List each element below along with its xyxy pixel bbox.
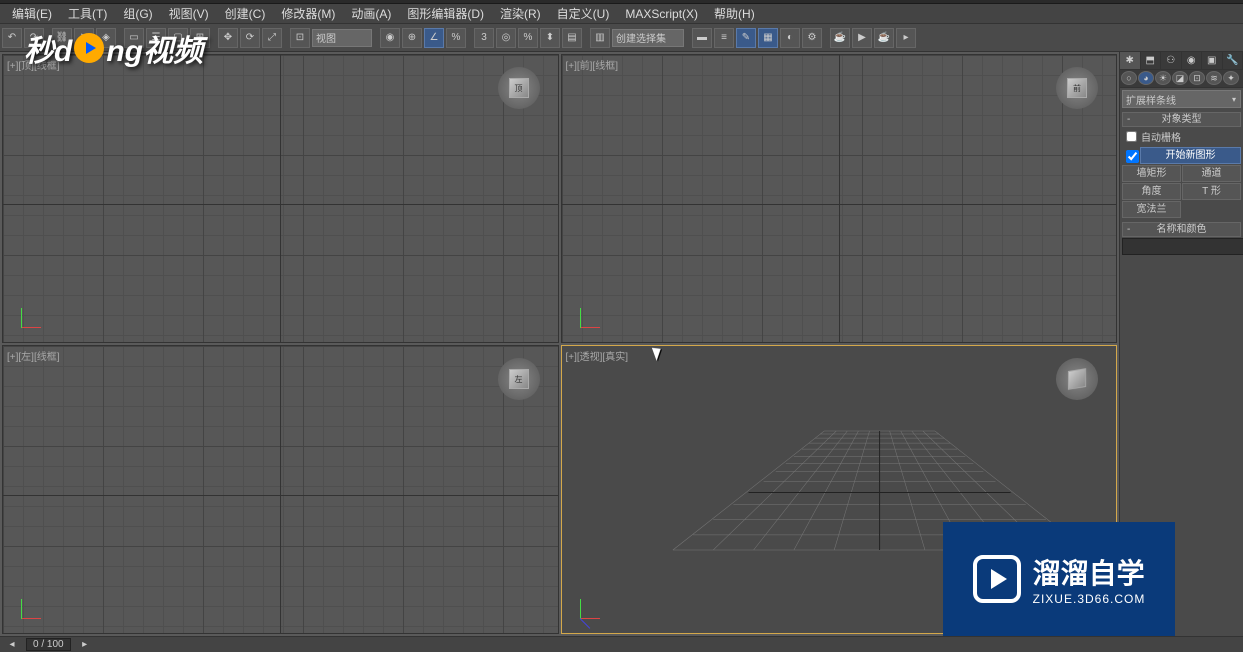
mouse-cursor [654,346,666,362]
axis-gizmo-persp [580,591,608,619]
move-button[interactable]: ✥ [218,28,238,48]
name-color-header[interactable]: 名称和颜色 [1122,222,1241,237]
auto-grid-row: 自动栅格 [1122,127,1241,146]
tab-motion[interactable]: ◉ [1182,52,1203,69]
edit-named-button[interactable]: ▤ [562,28,582,48]
create-subtabs: ○ ◕ ☀ ◪ ⊡ ≋ ✦ [1120,70,1243,88]
layers-button[interactable]: ≡ [714,28,734,48]
object-type-section: 对象类型 自动栅格 开始新图形 墙矩形 通道 角度 T 形 宽法兰 [1122,112,1241,218]
curve-editor-button[interactable]: ✎ [736,28,756,48]
teapot-button[interactable]: ☕ [874,28,894,48]
axis-gizmo-top [21,300,49,328]
viewcube-front[interactable]: 前 [1056,67,1098,109]
mirror-button[interactable]: ▥ [590,28,610,48]
axis-gizmo-left [21,591,49,619]
viewport-front-label[interactable]: [+][前][线框] [566,57,619,72]
subtab-shapes[interactable]: ◕ [1138,71,1154,85]
tab-display[interactable]: ▣ [1202,52,1223,69]
angle-snap2-button[interactable]: ◎ [496,28,516,48]
auto-grid-checkbox[interactable] [1126,131,1137,142]
video-logo-watermark: 秒dng视频 [24,26,203,70]
tab-utilities[interactable]: 🔧 [1223,52,1243,69]
subtab-spacewarps[interactable]: ≋ [1206,71,1222,85]
category-dropdown[interactable]: 扩展样条线 [1122,90,1241,108]
render-setup-button[interactable]: ⚙ [802,28,822,48]
menu-render[interactable]: 渲染(R) [492,3,549,24]
status-bar: ◂ 0 / 100 ▸ [0,636,1243,652]
material-button[interactable]: ◐ [780,28,800,48]
menu-tools[interactable]: 工具(T) [60,3,115,24]
undo-button[interactable]: ↶ [2,28,22,48]
axis-gizmo-front [580,300,608,328]
view-coord-dropdown[interactable]: 视图 [312,29,372,47]
viewcube-left[interactable]: 左 [498,358,540,400]
tee-button[interactable]: T 形 [1182,183,1241,200]
watermark-play-icon [973,555,1021,603]
angle-button[interactable]: 角度 [1122,183,1181,200]
panel-tabs: ✱ ⬒ ⚇ ◉ ▣ 🔧 [1120,52,1243,70]
pivot-button[interactable]: ◉ [380,28,400,48]
viewcube-top[interactable]: 顶 [498,67,540,109]
angle-snap-button[interactable]: ∠ [424,28,444,48]
viewport-top[interactable]: [+][顶][线框] 顶 [2,54,559,343]
tab-create[interactable]: ✱ [1120,52,1141,69]
menu-bar: 编辑(E) 工具(T) 组(G) 视图(V) 创建(C) 修改器(M) 动画(A… [0,4,1243,24]
menu-maxscript[interactable]: MAXScript(X) [617,5,706,23]
schematic-button[interactable]: ▦ [758,28,778,48]
ref-coord-button[interactable]: ⊡ [290,28,310,48]
viewcube-persp[interactable] [1056,358,1098,400]
object-name-input[interactable] [1122,238,1243,255]
menu-graph[interactable]: 图形编辑器(D) [399,3,492,24]
watermark-title: 溜溜自学 [1033,552,1146,592]
menu-create[interactable]: 创建(C) [217,3,274,24]
menu-edit[interactable]: 编辑(E) [4,3,60,24]
wide-flange-button[interactable]: 宽法兰 [1122,201,1181,218]
frame-counter[interactable]: 0 / 100 [26,638,71,651]
viewport-left-label[interactable]: [+][左][线框] [7,348,60,363]
channel-button[interactable]: 通道 [1182,165,1241,182]
menu-group[interactable]: 组(G) [115,3,160,24]
wall-rect-button[interactable]: 墙矩形 [1122,165,1181,182]
menu-customize[interactable]: 自定义(U) [549,3,618,24]
logo-text-1: 秒d [24,26,72,70]
percent-snap-button[interactable]: % [446,28,466,48]
snap-3-button[interactable]: 3 [474,28,494,48]
name-color-section: 名称和颜色 [1122,222,1241,255]
auto-grid-label: 自动栅格 [1141,129,1181,144]
viewport-front[interactable]: [+][前][线框] 前 [561,54,1118,343]
spinner-snap-button[interactable]: ⬍ [540,28,560,48]
watermark-url: ZIXUE.3D66.COM [1033,592,1146,606]
scale-button[interactable]: ⤢ [262,28,282,48]
subtab-systems[interactable]: ✦ [1223,71,1239,85]
start-new-shape-button[interactable]: 开始新图形 [1140,147,1241,164]
logo-text-2: ng视频 [106,26,203,70]
percent-snap2-button[interactable]: % [518,28,538,48]
viewport-left[interactable]: [+][左][线框] 左 [2,345,559,634]
align-button[interactable]: ▬ [692,28,712,48]
timeline-scroll-left[interactable]: ◂ [6,639,18,650]
subtab-cameras[interactable]: ◪ [1172,71,1188,85]
start-new-shape-checkbox[interactable] [1126,149,1139,164]
object-type-header[interactable]: 对象类型 [1122,112,1241,127]
render-frame-button[interactable]: ☕ [830,28,850,48]
render-button[interactable]: ▶ [852,28,872,48]
snap-toggle-button[interactable]: ⊕ [402,28,422,48]
menu-view[interactable]: 视图(V) [161,3,217,24]
viewport-persp-label[interactable]: [+][透视][真实] [566,348,629,363]
menu-help[interactable]: 帮助(H) [706,3,763,24]
subtab-helpers[interactable]: ⊡ [1189,71,1205,85]
subtab-lights[interactable]: ☀ [1155,71,1171,85]
selection-set-dropdown[interactable]: 创建选择集 [612,29,684,47]
tab-modify[interactable]: ⬒ [1141,52,1162,69]
tab-hierarchy[interactable]: ⚇ [1161,52,1182,69]
menu-animation[interactable]: 动画(A) [343,3,399,24]
timeline-scroll-right[interactable]: ▸ [79,639,91,650]
render-prod-button[interactable]: ▸ [896,28,916,48]
menu-modifiers[interactable]: 修改器(M) [273,3,343,24]
logo-play-icon [74,33,104,63]
subtab-geometry[interactable]: ○ [1121,71,1137,85]
rotate-button[interactable]: ⟳ [240,28,260,48]
source-watermark: 溜溜自学 ZIXUE.3D66.COM [943,522,1175,636]
